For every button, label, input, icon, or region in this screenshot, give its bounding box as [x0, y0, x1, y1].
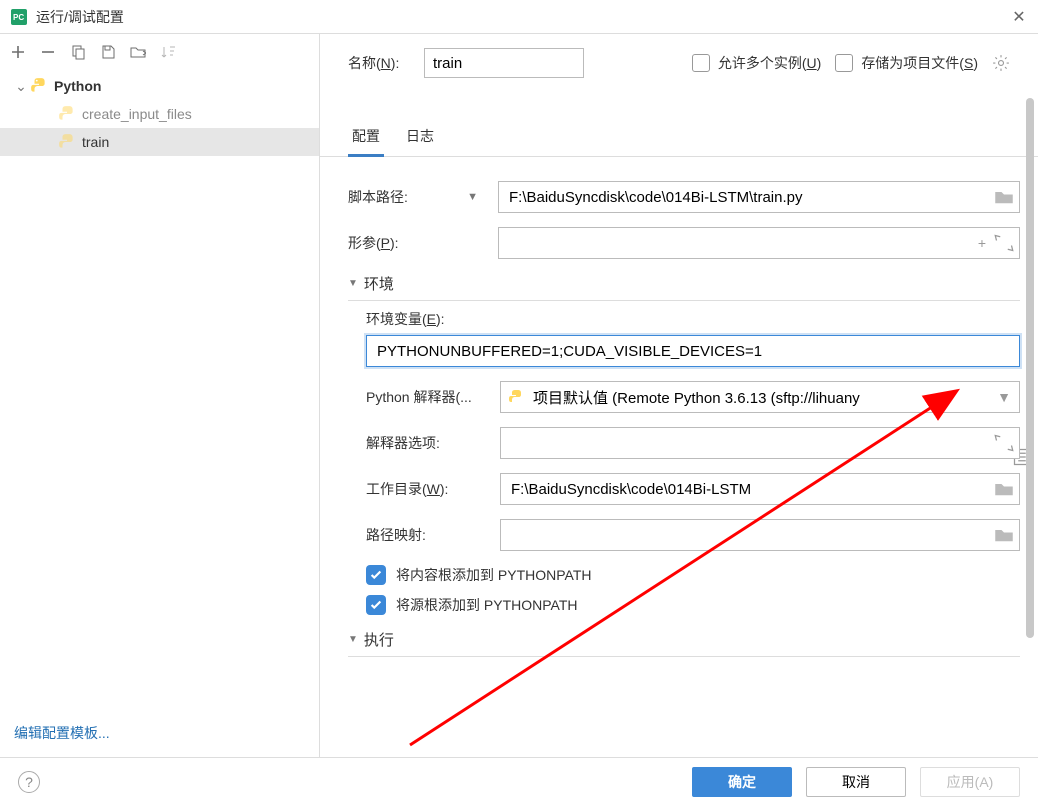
apply-button: 应用(A) — [920, 767, 1020, 797]
tree-label: Python — [54, 78, 101, 94]
tree-label: create_input_files — [82, 106, 192, 122]
workdir-input[interactable] — [500, 473, 1020, 505]
row-args: 形参(P): + — [348, 227, 1020, 259]
gear-icon[interactable] — [992, 54, 1010, 72]
config-tree: ⌄ Python create_input_files train — [0, 70, 319, 715]
row-interpreter-opts: 解释器选项: — [366, 427, 1020, 459]
triangle-down-icon: ▼ — [348, 634, 358, 645]
triangle-down-icon: ▼ — [348, 278, 358, 289]
section-env: ▼环境 — [348, 273, 1020, 301]
plus-icon[interactable]: + — [972, 233, 992, 253]
script-path-input[interactable] — [498, 181, 1020, 213]
workdir-label: 工作目录(W): — [366, 479, 490, 499]
allow-multi-label: 允许多个实例(U) — [718, 53, 821, 73]
tab-log[interactable]: 日志 — [402, 118, 438, 156]
add-icon[interactable] — [6, 40, 30, 64]
store-project-checkbox[interactable]: 存储为项目文件(S) — [835, 53, 978, 73]
expand-icon[interactable] — [994, 433, 1014, 453]
tree-node-create-input-files[interactable]: create_input_files — [0, 100, 319, 128]
args-input[interactable] — [498, 227, 1020, 259]
form-scroll: 脚本路径:▼ 形参(P): + ▼环境 环境变量(E): — [320, 157, 1038, 757]
checkbox-checked-icon — [366, 565, 386, 585]
folder-icon[interactable] — [994, 479, 1014, 499]
checkbox-source-root[interactable]: 将源根添加到 PYTHONPATH — [366, 595, 1020, 615]
name-input[interactable] — [424, 48, 584, 78]
section-exec-header[interactable]: ▼执行 — [348, 629, 1020, 650]
pathmap-input[interactable] — [500, 519, 1020, 551]
python-icon — [58, 105, 76, 123]
content-panel: 名称(N): 允许多个实例(U) 存储为项目文件(S) 配置 日志 脚本路径:▼ — [320, 34, 1038, 757]
checkbox-content-root[interactable]: 将内容根添加到 PYTHONPATH — [366, 565, 1020, 585]
python-icon — [508, 389, 524, 405]
checkbox-icon — [692, 54, 710, 72]
interpreter-select[interactable] — [500, 381, 1020, 413]
expand-icon[interactable] — [994, 233, 1014, 253]
name-label: 名称(N): — [348, 53, 410, 73]
source-root-label: 将源根添加到 PYTHONPATH — [396, 595, 578, 615]
cancel-button[interactable]: 取消 — [806, 767, 906, 797]
python-icon — [30, 77, 48, 95]
tree-label: train — [82, 134, 109, 150]
ok-button[interactable]: 确定 — [692, 767, 792, 797]
tree-node-python[interactable]: ⌄ Python — [0, 72, 319, 100]
row-interpreter: Python 解释器(... ▼ — [366, 381, 1020, 413]
env-vars-input[interactable] — [366, 335, 1020, 367]
content-root-label: 将内容根添加到 PYTHONPATH — [396, 565, 592, 585]
save-icon[interactable] — [96, 40, 120, 64]
help-icon[interactable]: ? — [18, 771, 40, 793]
folder-icon[interactable] — [994, 187, 1014, 207]
sidebar-toolbar — [0, 34, 319, 70]
store-project-label: 存储为项目文件(S) — [861, 53, 978, 73]
dialog-footer: ? 确定 取消 应用(A) — [0, 757, 1038, 805]
interpreter-opts-input[interactable] — [500, 427, 1020, 459]
dropdown-icon[interactable]: ▼ — [467, 191, 478, 203]
checkbox-checked-icon — [366, 595, 386, 615]
pathmap-label: 路径映射: — [366, 525, 490, 545]
args-label: 形参(P): — [348, 233, 488, 253]
window-title: 运行/调试配置 — [36, 7, 1010, 27]
sort-icon[interactable] — [156, 40, 180, 64]
allow-multi-checkbox[interactable]: 允许多个实例(U) — [692, 53, 821, 73]
row-pathmap: 路径映射: — [366, 519, 1020, 551]
title-bar: PC 运行/调试配置 ✕ — [0, 0, 1038, 34]
vertical-scrollbar[interactable] — [1024, 98, 1036, 757]
name-row: 名称(N): 允许多个实例(U) 存储为项目文件(S) — [320, 34, 1038, 88]
close-icon[interactable]: ✕ — [1010, 8, 1028, 26]
dropdown-icon[interactable]: ▼ — [994, 387, 1014, 407]
svg-text:PC: PC — [13, 13, 24, 22]
chevron-down-icon: ⌄ — [14, 78, 28, 95]
row-workdir: 工作目录(W): — [366, 473, 1020, 505]
row-script-path: 脚本路径:▼ — [348, 181, 1020, 213]
python-icon — [58, 133, 76, 151]
sidebar: ⌄ Python create_input_files train 编辑配置模板… — [0, 34, 320, 757]
interpreter-opts-label: 解释器选项: — [366, 433, 490, 453]
folder-move-icon[interactable] — [126, 40, 150, 64]
remove-icon[interactable] — [36, 40, 60, 64]
copy-icon[interactable] — [66, 40, 90, 64]
edit-templates-link[interactable]: 编辑配置模板... — [14, 725, 110, 741]
section-exec: ▼执行 — [348, 629, 1020, 657]
main-area: ⌄ Python create_input_files train 编辑配置模板… — [0, 34, 1038, 757]
pycharm-icon: PC — [10, 8, 28, 26]
checkbox-icon — [835, 54, 853, 72]
interpreter-label: Python 解释器(... — [366, 387, 490, 407]
env-vars-label: 环境变量(E): — [366, 309, 1020, 329]
tab-config[interactable]: 配置 — [348, 118, 384, 156]
section-env-header[interactable]: ▼环境 — [348, 273, 1020, 294]
tabs: 配置 日志 — [320, 118, 1038, 157]
sidebar-footer: 编辑配置模板... — [0, 715, 319, 757]
tree-node-train[interactable]: train — [0, 128, 319, 156]
script-path-label: 脚本路径:▼ — [348, 187, 488, 207]
folder-icon[interactable] — [994, 525, 1014, 545]
